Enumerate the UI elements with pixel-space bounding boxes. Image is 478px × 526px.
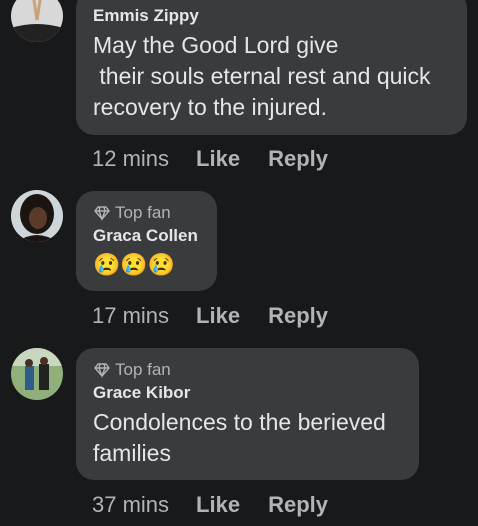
reply-button[interactable]: Reply (268, 146, 328, 172)
comment-author[interactable]: Graca Collen (93, 226, 200, 246)
avatar[interactable] (11, 190, 63, 242)
like-button[interactable]: Like (196, 146, 240, 172)
comment-author[interactable]: Grace Kibor (93, 383, 402, 403)
comment-author[interactable]: Emmis Zippy (93, 6, 450, 26)
top-fan-label: Top fan (115, 203, 171, 222)
comment-actions: 37 mins Like Reply (92, 492, 356, 518)
like-button[interactable]: Like (196, 492, 240, 518)
comment-bubble: Emmis Zippy May the Good Lord give their… (76, 0, 467, 135)
reply-button[interactable]: Reply (268, 303, 328, 329)
comment-time[interactable]: 12 mins (92, 146, 169, 172)
comment-bubble: Top fan Grace Kibor Condolences to the b… (76, 348, 419, 480)
comment-time[interactable]: 37 mins (92, 492, 169, 518)
top-fan-badge: Top fan (93, 203, 200, 223)
comment-actions: 17 mins Like Reply (92, 303, 356, 329)
avatar[interactable] (11, 348, 63, 400)
top-fan-badge: Top fan (93, 360, 402, 380)
top-fan-label: Top fan (115, 360, 171, 379)
like-button[interactable]: Like (196, 303, 240, 329)
avatar[interactable] (11, 0, 63, 42)
comment-actions: 12 mins Like Reply (92, 146, 356, 172)
reply-button[interactable]: Reply (268, 492, 328, 518)
comment-bubble: Top fan Graca Collen 😢😢😢 (76, 191, 217, 291)
comment-text: May the Good Lord give their souls etern… (93, 32, 431, 120)
comment-text: 😢😢😢 (93, 252, 176, 277)
comment-text: Condolences to the berieved families (93, 409, 386, 466)
diamond-icon (94, 206, 110, 221)
diamond-icon (94, 363, 110, 378)
comment-time[interactable]: 17 mins (92, 303, 169, 329)
